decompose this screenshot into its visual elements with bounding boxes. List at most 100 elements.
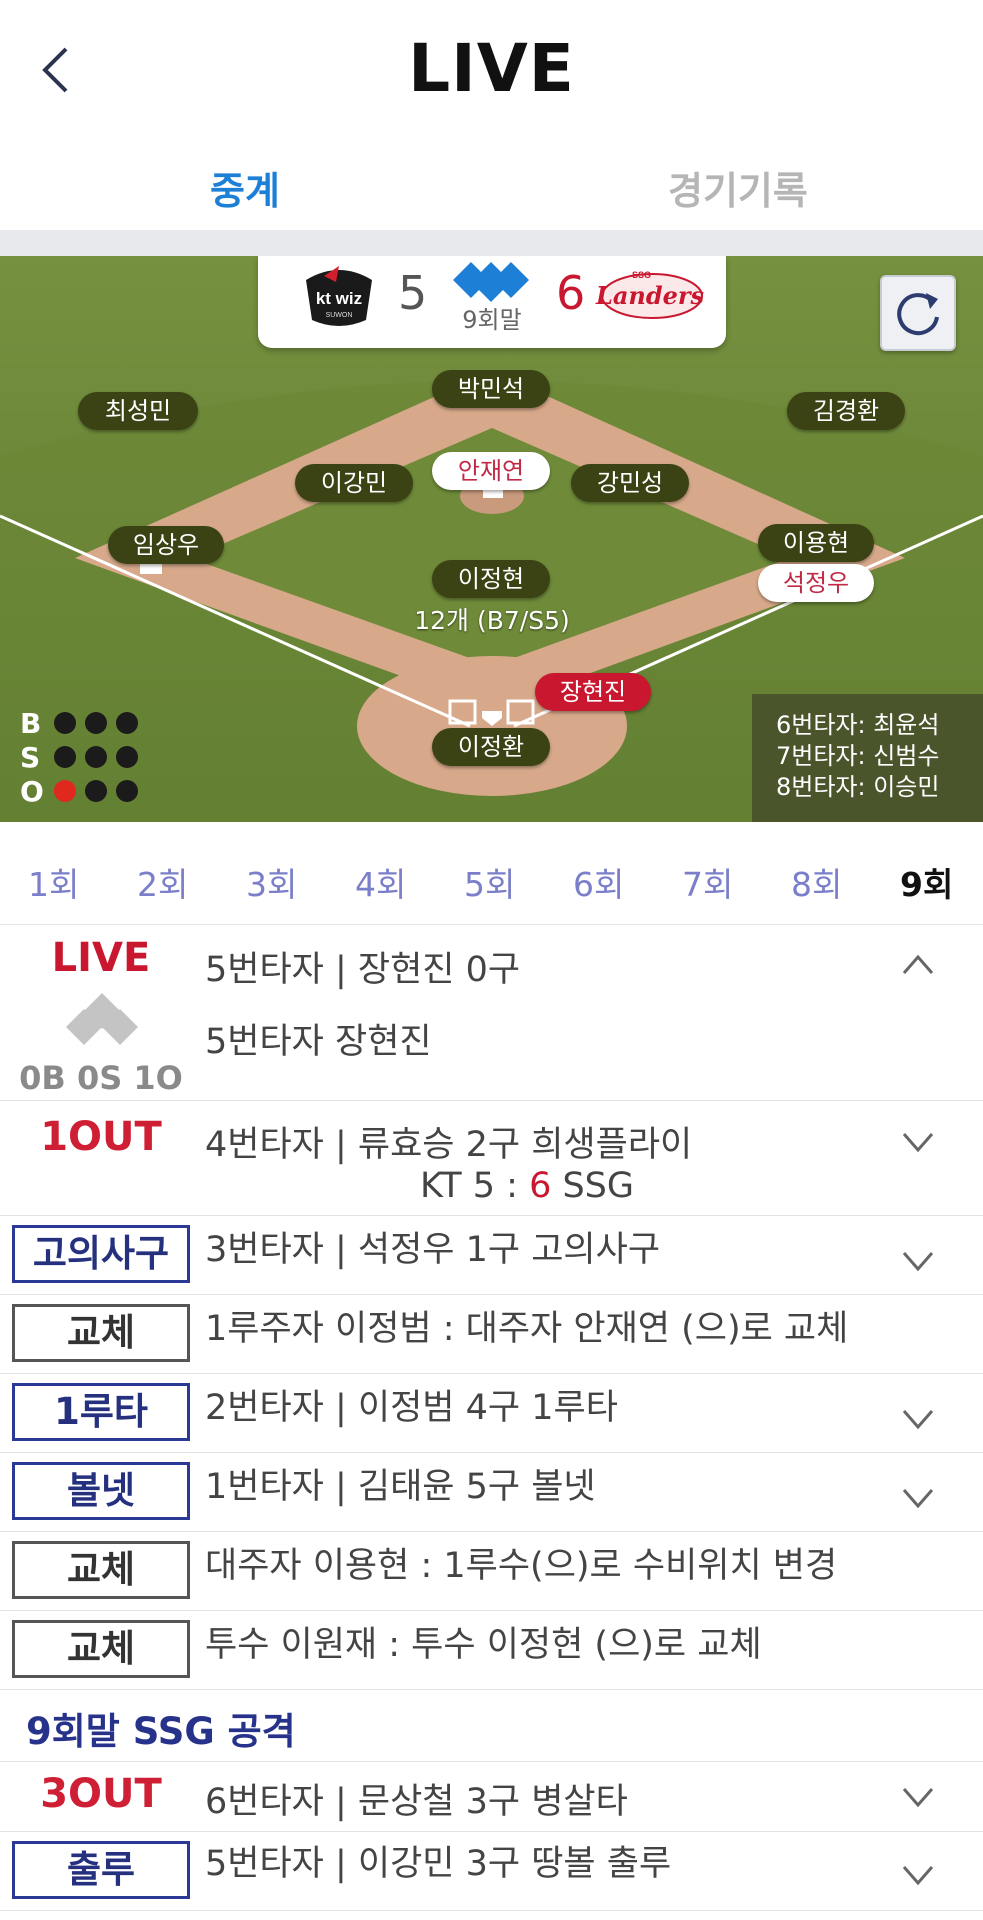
player-shortstop[interactable]: 이강민 <box>295 464 413 502</box>
out-dot <box>85 780 107 802</box>
inning-tab-1[interactable]: 1회 <box>28 858 79 906</box>
home-score: 6 <box>556 266 586 320</box>
event-badge: 교체 <box>12 1304 190 1362</box>
balls-row: B <box>20 706 147 740</box>
event-badge: 교체 <box>12 1620 190 1678</box>
player-second-base[interactable]: 강민성 <box>571 464 689 502</box>
out-dot <box>54 780 76 802</box>
outs-row: O <box>20 774 147 808</box>
inning-tab-9[interactable]: 9회 <box>900 858 953 906</box>
play-row[interactable]: 1루타 2번타자 | 이정범 4구 1루타 <box>0 1373 983 1453</box>
player-catcher[interactable]: 이정환 <box>432 728 550 766</box>
play-row[interactable]: 볼넷 1번타자 | 김태윤 5구 볼넷 <box>0 1452 983 1532</box>
score-highlight: 6 <box>529 1166 552 1206</box>
header: LIVE <box>0 0 983 140</box>
player-first-base[interactable]: 이용현 <box>758 524 874 562</box>
play-row[interactable]: 고의사구 3번타자 | 석정우 1구 고의사구 <box>0 1215 983 1295</box>
event-badge: 볼넷 <box>12 1462 190 1520</box>
play-title: 2번타자 | 이정범 4구 1루타 <box>205 1388 618 1428</box>
upcoming-batter: 8번타자: 이승민 <box>776 773 940 801</box>
score-line-prefix: KT 5 : <box>420 1166 530 1206</box>
inning-label: 9회말 <box>462 306 522 334</box>
strike-dot <box>54 746 76 768</box>
tab-broadcast[interactable]: 중계 <box>210 160 280 215</box>
bases-diamond-icon <box>66 993 138 1045</box>
strikes-label: S <box>20 740 41 774</box>
play-title: 5번타자 | 장현진 0구 <box>205 950 521 990</box>
inning-tab-6[interactable]: 6회 <box>573 858 624 906</box>
play-title: 투수 이원재 : 투수 이정현 (으)로 교체 <box>205 1625 762 1665</box>
play-row: 교체 1루주자 이정범 : 대주자 안재연 (으)로 교체 <box>0 1294 983 1374</box>
play-row-live[interactable]: LIVE 0B 0S 1O 5번타자 | 장현진 0구 5번타자 장현진 <box>0 925 983 1101</box>
chevron-down-icon[interactable] <box>900 1124 936 1160</box>
play-title: 4번타자 | 류효승 2구 희생플라이 <box>205 1125 693 1165</box>
chevron-up-icon[interactable] <box>900 947 936 983</box>
out-dot <box>116 780 138 802</box>
tab-game-record[interactable]: 경기기록 <box>668 160 808 215</box>
inning-selector: 1회 2회 3회 4회 5회 6회 7회 8회 9회 <box>0 822 983 925</box>
event-badge: 출루 <box>12 1841 190 1899</box>
refresh-button[interactable] <box>880 275 956 351</box>
upcoming-batters: 6번타자: 최윤석 7번타자: 신범수 8번타자: 이승민 <box>752 694 983 822</box>
runner-second-base[interactable]: 안재연 <box>432 452 550 490</box>
player-third-base[interactable]: 임상우 <box>108 526 224 564</box>
runner-first-base[interactable]: 석정우 <box>758 564 874 602</box>
player-left-field[interactable]: 최성민 <box>78 392 198 430</box>
ssg-logo-text: Landers <box>595 281 704 310</box>
bso-indicator: B S O <box>20 706 147 808</box>
inning-tab-5[interactable]: 5회 <box>464 858 515 906</box>
event-badge: 1루타 <box>12 1383 190 1441</box>
divider <box>0 230 983 256</box>
ssg-landers-logo: Landers SSG <box>595 270 704 319</box>
inning-tab-4[interactable]: 4회 <box>355 858 406 906</box>
play-title: 1루주자 이정범 : 대주자 안재연 (으)로 교체 <box>205 1309 849 1349</box>
pitch-count: 12개 (B7/S5) <box>414 606 570 635</box>
chevron-down-icon[interactable] <box>900 1480 936 1516</box>
away-score: 5 <box>398 266 428 320</box>
play-title: 대주자 이용현 : 1루수(으)로 수비위치 변경 <box>205 1546 838 1586</box>
page-title: LIVE <box>408 30 575 107</box>
chevron-down-icon[interactable] <box>900 1857 936 1893</box>
ball-dot <box>116 712 138 734</box>
inning-section-header: 9회말 SSG 공격 <box>0 1689 983 1762</box>
upcoming-batter: 6번타자: 최윤석 <box>776 711 940 739</box>
strike-dot <box>116 746 138 768</box>
out-label: 1OUT <box>40 1114 162 1160</box>
inning-tab-2[interactable]: 2회 <box>137 858 188 906</box>
live-label: LIVE <box>51 935 151 981</box>
balls-label: B <box>20 706 42 740</box>
inning-tab-8[interactable]: 8회 <box>791 858 842 906</box>
player-pitcher[interactable]: 이정현 <box>432 560 550 598</box>
baseball-field: kt wiz SUWON 5 9회말 6 Landers SSG 최성민 박민석… <box>0 256 983 822</box>
score-line: KT 5 : 6 SSG <box>420 1166 634 1206</box>
current-batter[interactable]: 장현진 <box>535 673 651 711</box>
play-title: 1번타자 | 김태윤 5구 볼넷 <box>205 1467 596 1507</box>
inning-tab-7[interactable]: 7회 <box>682 858 733 906</box>
event-badge: 고의사구 <box>12 1225 190 1283</box>
ssg-logo-abbrev: SSG <box>632 270 651 280</box>
out-label: 3OUT <box>40 1771 162 1817</box>
play-row: 교체 대주자 이용현 : 1루수(으)로 수비위치 변경 <box>0 1531 983 1611</box>
play-row: 교체 투수 이원재 : 투수 이정현 (으)로 교체 <box>0 1610 983 1690</box>
chevron-down-icon[interactable] <box>900 1243 936 1279</box>
ball-dot <box>85 712 107 734</box>
count-summary: 0B 0S 1O <box>19 1059 183 1097</box>
inning-tab-3[interactable]: 3회 <box>246 858 297 906</box>
refresh-icon <box>897 293 939 336</box>
play-row[interactable]: 3OUT 6번타자 | 문상철 3구 병살타 <box>0 1761 983 1832</box>
player-center-field[interactable]: 박민석 <box>432 370 550 408</box>
play-row[interactable]: 출루 5번타자 | 이강민 3구 땅볼 출루 <box>0 1831 983 1911</box>
player-right-field[interactable]: 김경환 <box>787 392 905 430</box>
svg-text:kt wiz: kt wiz <box>316 289 362 308</box>
strikes-row: S <box>20 740 147 774</box>
upcoming-batter: 7번타자: 신범수 <box>776 742 940 770</box>
play-row[interactable]: 1OUT 4번타자 | 류효승 2구 희생플라이 KT 5 : 6 SSG <box>0 1100 983 1216</box>
play-title: 3번타자 | 석정우 1구 고의사구 <box>205 1230 661 1270</box>
play-title: 5번타자 | 이강민 3구 땅볼 출루 <box>205 1844 672 1884</box>
chevron-down-icon[interactable] <box>900 1779 936 1815</box>
scoreboard: kt wiz SUWON 5 9회말 6 Landers SSG <box>258 256 726 348</box>
event-badge: 교체 <box>12 1541 190 1599</box>
score-line-suffix: SSG <box>551 1166 635 1206</box>
chevron-down-icon[interactable] <box>900 1401 936 1437</box>
play-detail: 5번타자 장현진 <box>205 1022 432 1062</box>
